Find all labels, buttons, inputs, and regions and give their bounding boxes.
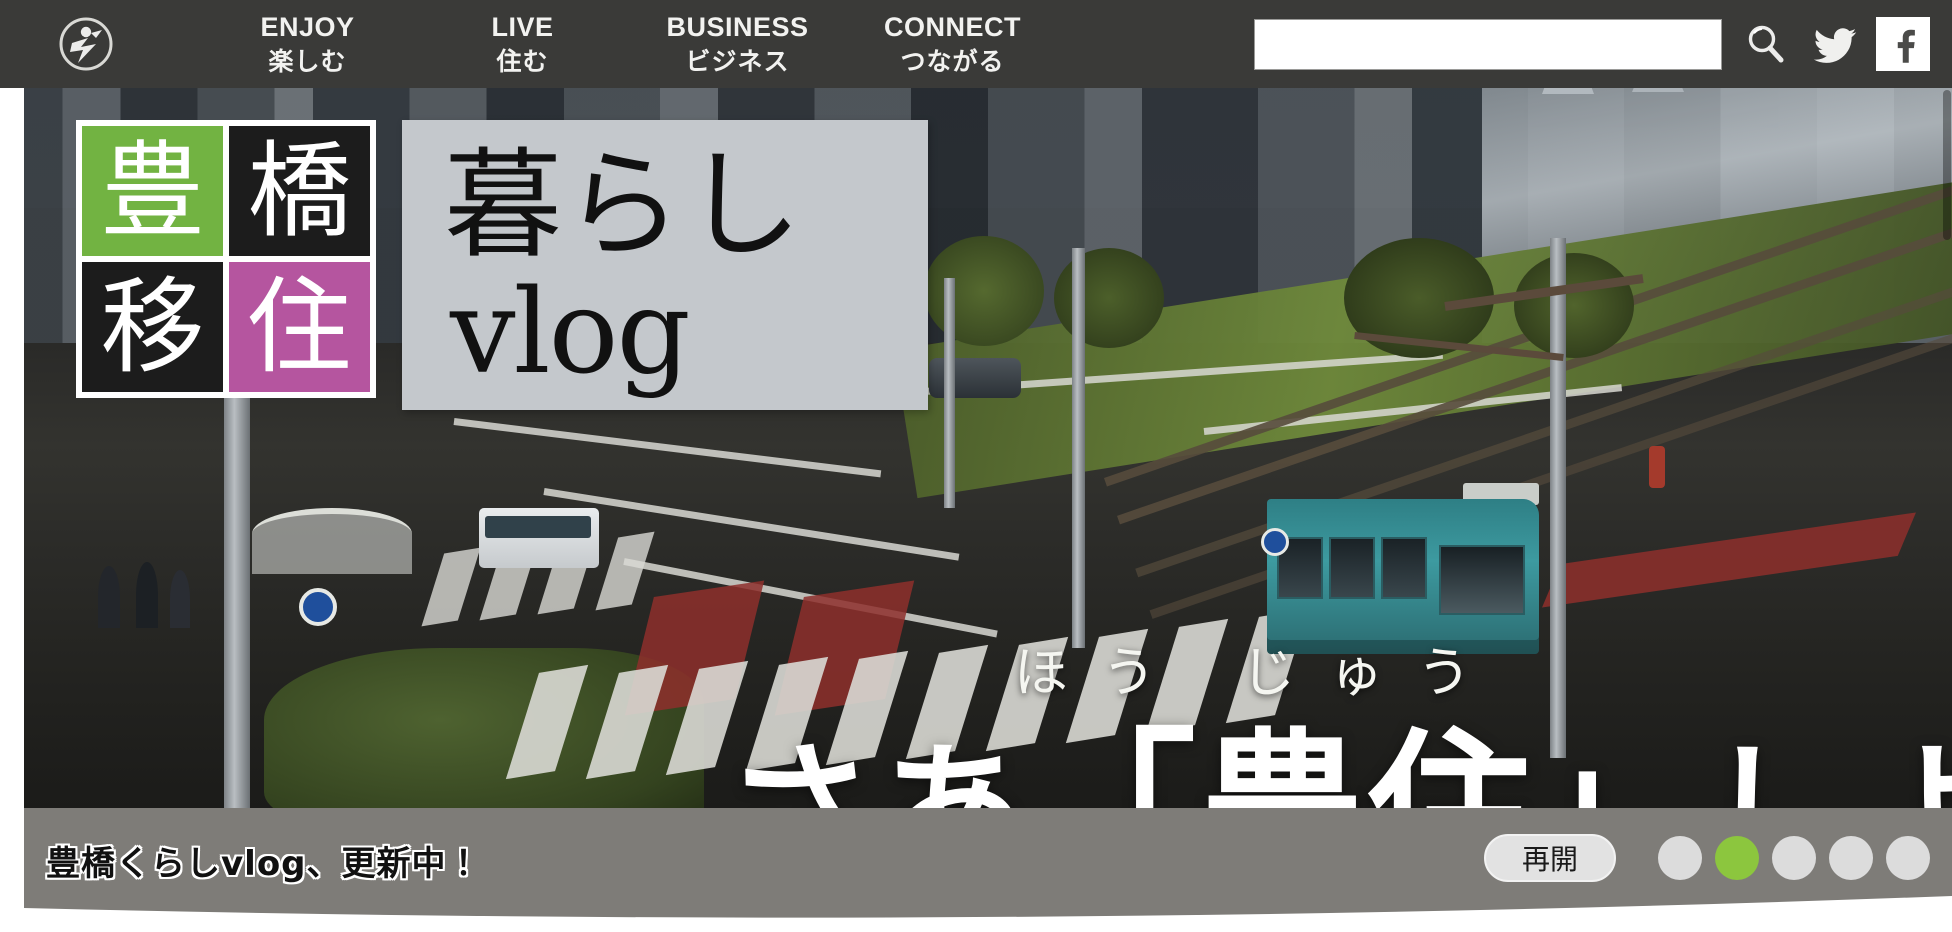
nav-item-enjoy-en: ENJOY xyxy=(260,11,355,42)
hero-furigana-text: ほう じゅう xyxy=(1014,641,1506,704)
nav-item-connect-ja: つながる xyxy=(900,47,1005,76)
hero-photo-utility-pole xyxy=(224,338,250,808)
kurashi-vlog-line1: 暮らし xyxy=(444,136,805,274)
page-scrollbar-thumb[interactable] xyxy=(1943,90,1951,240)
hero-photo-blue-sign xyxy=(299,588,337,626)
hero-carousel-slide[interactable]: 豊 橋 移 住 暮らし vlog ほう じゅう さあ「豊住」しよう xyxy=(24,88,1952,808)
nav-item-business-ja: ビジネス xyxy=(685,47,790,76)
toyohashi-ijyu-badge[interactable]: 豊 橋 移 住 xyxy=(76,120,376,398)
carousel-dot-2[interactable] xyxy=(1715,836,1759,880)
search-input[interactable] xyxy=(1254,18,1722,70)
nav-items: ENJOY 楽しむ LIVE 住む BUSINESS ビジネス CONNECT … xyxy=(200,0,1060,88)
hero-photo-utility-pole xyxy=(1072,248,1085,648)
hero-caption-bar: 豊橋くらしvlog、更新中！ 再開 xyxy=(24,808,1952,932)
badge-cell-hashi: 橋 xyxy=(229,126,370,256)
carousel-dot-4[interactable] xyxy=(1829,836,1873,880)
site-logo[interactable] xyxy=(58,16,114,72)
nav-item-business-en: BUSINESS xyxy=(666,11,809,42)
hero-headline-main: 「豊住」 xyxy=(1032,714,1704,809)
carousel-dots xyxy=(1658,836,1930,880)
facebook-icon[interactable] xyxy=(1876,17,1930,71)
nav-item-enjoy-ja: 楽しむ xyxy=(268,47,347,76)
nav-item-business[interactable]: BUSINESS ビジネス xyxy=(630,11,845,76)
badge-cell-jyu: 住 xyxy=(229,262,370,392)
hero-headline-prefix: さあ xyxy=(724,728,1032,808)
hero-headline-suffix: しよう xyxy=(1704,728,1952,808)
hero-photo-blue-sign xyxy=(1261,528,1289,556)
search-icon[interactable] xyxy=(1735,13,1797,75)
hero-photo-tree xyxy=(1514,253,1634,358)
hero-headline-text: さあ「豊住」しよう xyxy=(724,728,1952,809)
hero-photo-utility-pole xyxy=(1550,238,1566,758)
nav-item-live-ja: 住む xyxy=(496,47,549,76)
hero-photo-bus-shelter xyxy=(252,508,412,574)
top-navigation-bar: ENJOY 楽しむ LIVE 住む BUSINESS ビジネス CONNECT … xyxy=(0,0,1952,88)
hero-photo-spire-left xyxy=(1542,88,1594,94)
caption-label: 豊橋くらしvlog、更新中！ xyxy=(46,844,482,884)
carousel-dot-1[interactable] xyxy=(1658,836,1702,880)
hero-photo-bus xyxy=(479,508,599,568)
twitter-icon[interactable] xyxy=(1806,14,1866,74)
hero-photo-car xyxy=(929,358,1021,398)
hero-photo-utility-pole xyxy=(944,278,955,508)
carousel-dot-3[interactable] xyxy=(1772,836,1816,880)
carousel-dot-5[interactable] xyxy=(1886,836,1930,880)
kurashi-vlog-panel[interactable]: 暮らし vlog xyxy=(402,120,928,410)
hero-photo-pedestrian xyxy=(170,570,190,628)
badge-cell-toyo: 豊 xyxy=(82,126,223,256)
nav-item-live[interactable]: LIVE 住む xyxy=(415,11,630,76)
nav-item-connect[interactable]: CONNECT つながる xyxy=(845,11,1060,76)
kurashi-vlog-line2: vlog xyxy=(450,265,691,400)
hero-photo-tree xyxy=(1054,248,1164,348)
carousel-controls: 再開 xyxy=(1484,834,1930,882)
hero-photo-pedestrian xyxy=(98,566,120,628)
hero-photo-hydrant xyxy=(1649,446,1665,488)
hero-photo-pedestrian xyxy=(136,562,158,628)
hero-photo-tree xyxy=(924,236,1044,346)
badge-cell-i: 移 xyxy=(82,262,223,392)
page-root: ENJOY 楽しむ LIVE 住む BUSINESS ビジネス CONNECT … xyxy=(0,0,1952,932)
nav-item-enjoy[interactable]: ENJOY 楽しむ xyxy=(200,11,415,76)
nav-item-connect-en: CONNECT xyxy=(884,11,1021,42)
resume-button[interactable]: 再開 xyxy=(1484,834,1616,882)
nav-item-live-en: LIVE xyxy=(491,11,554,42)
nav-right-group xyxy=(1254,0,1930,88)
hero-photo-spire-right xyxy=(1632,88,1684,92)
